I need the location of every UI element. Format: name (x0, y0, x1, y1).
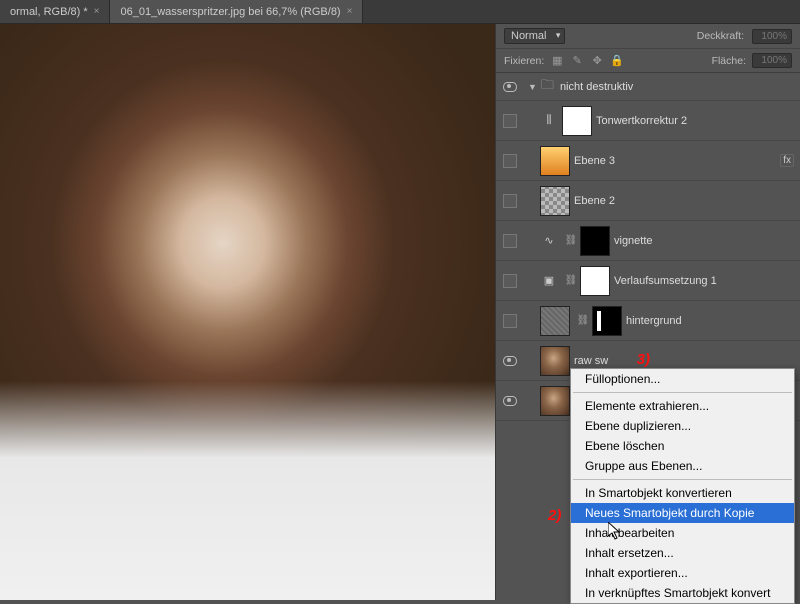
document-tabs: ormal, RGB/8) *× 06_01_wasserspritzer.jp… (0, 0, 800, 24)
layer-row[interactable]: ∿ ⛓ vignette (496, 221, 800, 261)
layer-name[interactable]: raw sw (574, 355, 800, 367)
layer-name[interactable]: Ebene 3 (574, 155, 780, 167)
lock-label: Fixieren: (504, 55, 544, 67)
menu-item[interactable]: Gruppe aus Ebenen... (571, 456, 794, 476)
lock-paint-icon[interactable]: ✎ (570, 54, 584, 68)
menu-item[interactable]: Inhalt bearbeiten (571, 523, 794, 543)
document-tab[interactable]: ormal, RGB/8) *× (0, 0, 110, 23)
canvas-image (0, 24, 495, 600)
menu-item[interactable]: Fülloptionen... (571, 369, 794, 389)
menu-separator (573, 392, 792, 393)
document-tab[interactable]: 06_01_wasserspritzer.jpg bei 66,7% (RGB/… (110, 0, 363, 23)
menu-item[interactable]: Ebene duplizieren... (571, 416, 794, 436)
layer-context-menu: Fülloptionen...Elemente extrahieren...Eb… (570, 368, 795, 604)
layer-thumbnail[interactable] (540, 306, 570, 336)
lock-all-icon[interactable]: 🔒 (610, 54, 624, 68)
layer-name[interactable]: vignette (614, 235, 800, 247)
visibility-checkbox[interactable] (503, 114, 517, 128)
folder-icon: 🗀 (541, 76, 554, 98)
layer-name[interactable]: Verlaufsumsetzung 1 (614, 275, 800, 287)
visibility-checkbox[interactable] (503, 314, 517, 328)
layer-thumbnail[interactable] (540, 186, 570, 216)
layer-mask-thumbnail[interactable] (562, 106, 592, 136)
layer-row[interactable]: ▣ ⛓ Verlaufsumsetzung 1 (496, 261, 800, 301)
curves-icon: ∿ (540, 232, 558, 250)
visibility-icon[interactable] (503, 396, 517, 406)
layer-name[interactable]: hintergrund (626, 315, 800, 327)
visibility-checkbox[interactable] (503, 234, 517, 248)
visibility-icon[interactable] (503, 356, 517, 366)
layer-name[interactable]: nicht destruktiv (560, 81, 800, 93)
expand-icon[interactable]: ▼ (528, 82, 537, 92)
layer-row[interactable]: Ebene 3fx (496, 141, 800, 181)
layer-thumbnail[interactable] (540, 146, 570, 176)
link-icon[interactable]: ⛓ (564, 235, 578, 246)
link-icon[interactable]: ⛓ (564, 275, 578, 286)
menu-separator (573, 479, 792, 480)
blend-options-row: Normal Deckkraft: 100% (496, 24, 800, 49)
layer-thumbnail[interactable] (540, 346, 570, 376)
menu-item[interactable]: Elemente extrahieren... (571, 396, 794, 416)
layer-thumbnail[interactable] (540, 386, 570, 416)
layer-mask-thumbnail[interactable] (592, 306, 622, 336)
visibility-icon[interactable] (503, 82, 517, 92)
layer-row[interactable]: Ebene 2 (496, 181, 800, 221)
menu-item[interactable]: In verknüpftes Smartobjekt konvert (571, 583, 794, 603)
layer-row[interactable]: ⛓ hintergrund (496, 301, 800, 341)
layer-row[interactable]: ⫼ Tonwertkorrektur 2 (496, 101, 800, 141)
levels-icon: ⫼ (540, 112, 558, 130)
menu-item[interactable]: Ebene löschen (571, 436, 794, 456)
menu-item[interactable]: In Smartobjekt konvertieren (571, 483, 794, 503)
fx-badge[interactable]: fx (780, 154, 794, 167)
close-icon[interactable]: × (347, 6, 353, 17)
link-icon[interactable]: ⛓ (576, 315, 590, 326)
layer-name[interactable]: Tonwertkorrektur 2 (596, 115, 800, 127)
visibility-checkbox[interactable] (503, 274, 517, 288)
layer-name[interactable]: Ebene 2 (574, 195, 800, 207)
gradmap-icon: ▣ (540, 272, 558, 290)
canvas-area[interactable] (0, 24, 495, 600)
visibility-checkbox[interactable] (503, 154, 517, 168)
close-icon[interactable]: × (94, 6, 100, 17)
layer-mask-thumbnail[interactable] (580, 266, 610, 296)
fill-label: Fläche: (712, 55, 746, 67)
blend-mode-select[interactable]: Normal (504, 28, 565, 44)
fill-field[interactable]: 100% (752, 53, 792, 68)
lock-row: Fixieren: ▦ ✎ ✥ 🔒 Fläche: 100% (496, 49, 800, 73)
menu-item[interactable]: Inhalt exportieren... (571, 563, 794, 583)
layer-group[interactable]: ▼ 🗀 nicht destruktiv (496, 73, 800, 101)
opacity-field[interactable]: 100% (752, 29, 792, 44)
layer-mask-thumbnail[interactable] (580, 226, 610, 256)
menu-item[interactable]: Neues Smartobjekt durch Kopie (571, 503, 794, 523)
menu-item[interactable]: Inhalt ersetzen... (571, 543, 794, 563)
visibility-checkbox[interactable] (503, 194, 517, 208)
opacity-label: Deckkraft: (697, 30, 744, 42)
lock-position-icon[interactable]: ✥ (590, 54, 604, 68)
lock-transparency-icon[interactable]: ▦ (550, 54, 564, 68)
